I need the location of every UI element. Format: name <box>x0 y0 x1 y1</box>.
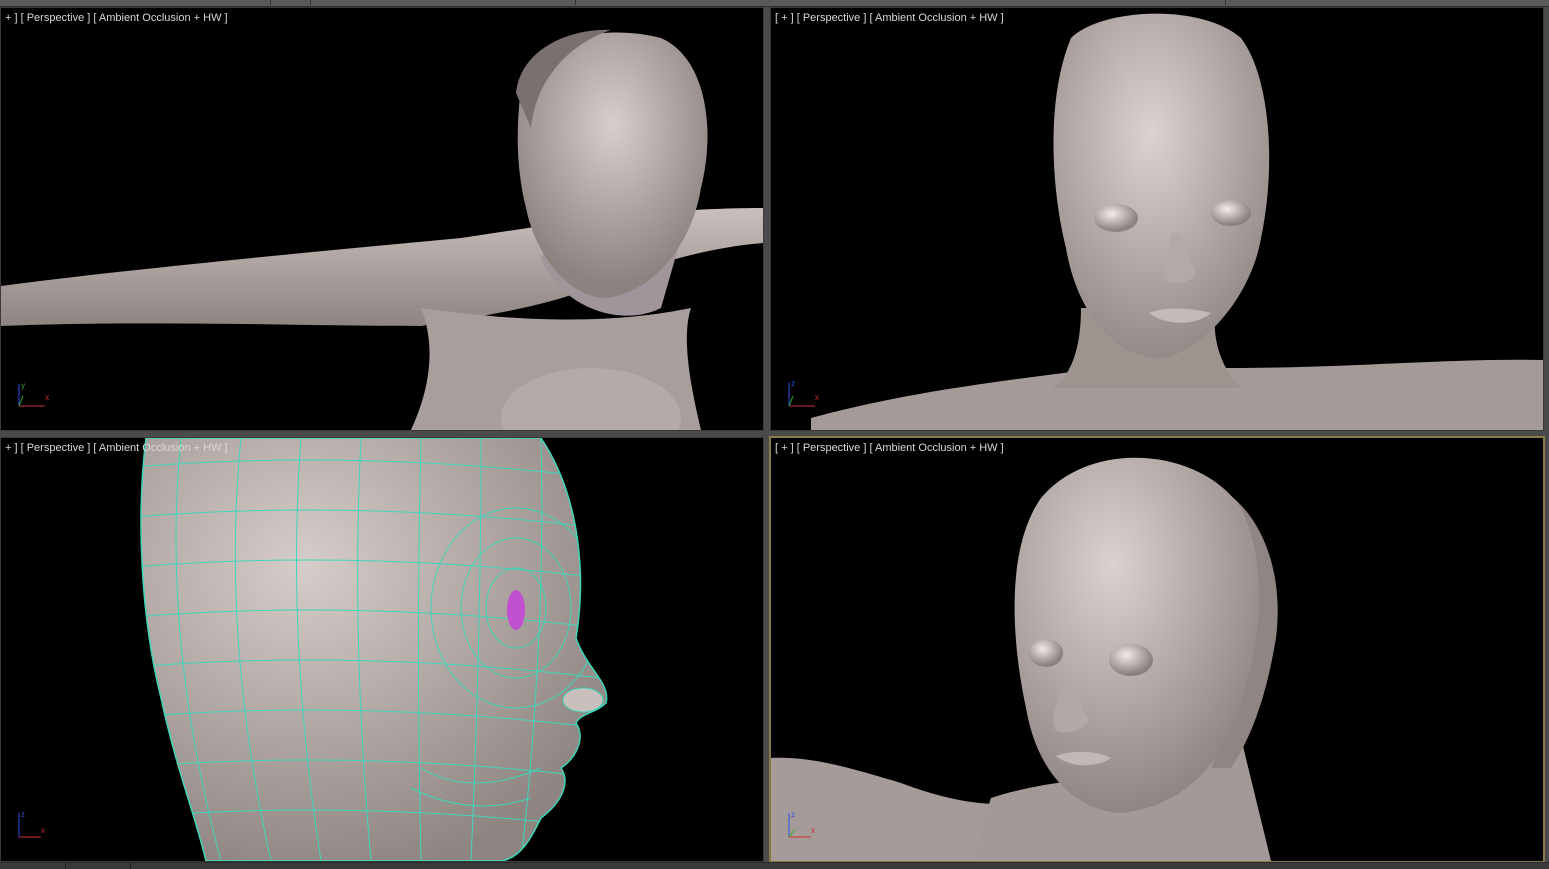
gizmo-x-label: x <box>41 826 45 835</box>
viewport-plus-menu[interactable]: [ + ] <box>775 442 794 454</box>
viewport-top-left[interactable]: + ] [ Perspective ] [ Ambient Occlusion … <box>0 7 764 431</box>
model-render-top-right <box>811 13 1543 430</box>
model-render-wireframe <box>140 438 608 861</box>
viewport-bottom-left[interactable]: + ] [ Perspective ] [ Ambient Occlusion … <box>0 437 764 862</box>
gizmo-z-label: z <box>791 810 795 819</box>
axis-gizmo: x y <box>18 381 49 407</box>
gizmo-x-label: x <box>811 826 815 835</box>
gizmo-x-label: x <box>815 393 819 402</box>
viewport-view-menu[interactable]: [ Perspective ] <box>797 12 867 24</box>
viewport-bottom-right[interactable]: [ + ] [ Perspective ] [ Ambient Occlusio… <box>769 436 1545 863</box>
viewport-label: [ + ] [ Perspective ] [ Ambient Occlusio… <box>775 12 1004 24</box>
gizmo-z-label: z <box>791 379 795 388</box>
model-render-bottom-right <box>771 457 1278 861</box>
top-toolbar-strip <box>0 0 1549 7</box>
viewport-view-menu[interactable]: [ Perspective ] <box>797 442 867 454</box>
viewport-top-right[interactable]: [ + ] [ Perspective ] [ Ambient Occlusio… <box>770 7 1544 431</box>
viewport-label: + ] [ Perspective ] [ Ambient Occlusion … <box>5 12 228 24</box>
viewport-shading-menu[interactable]: [ Ambient Occlusion + HW ] <box>93 12 227 24</box>
model-render-top-left <box>1 29 763 430</box>
viewport-view-menu[interactable]: [ Perspective ] <box>21 12 91 24</box>
gizmo-x-label: x <box>45 393 49 402</box>
viewport-shading-menu[interactable]: [ Ambient Occlusion + HW ] <box>93 442 227 454</box>
axis-gizmo: x z <box>788 810 815 838</box>
axis-gizmo: x z <box>18 810 45 838</box>
viewport-label: + ] [ Perspective ] [ Ambient Occlusion … <box>5 442 228 454</box>
viewport-plus-menu[interactable]: + ] <box>5 442 18 454</box>
gizmo-y-label: y <box>21 381 25 390</box>
viewport-shading-menu[interactable]: [ Ambient Occlusion + HW ] <box>869 12 1003 24</box>
viewport-shading-menu[interactable]: [ Ambient Occlusion + HW ] <box>869 442 1003 454</box>
viewport-plus-menu[interactable]: + ] <box>5 12 18 24</box>
gizmo-z-label: z <box>21 810 25 819</box>
viewport-label: [ + ] [ Perspective ] [ Ambient Occlusio… <box>775 442 1004 454</box>
viewport-plus-menu[interactable]: [ + ] <box>775 12 794 24</box>
viewport-view-menu[interactable]: [ Perspective ] <box>21 442 91 454</box>
axis-gizmo: x z <box>788 379 819 407</box>
